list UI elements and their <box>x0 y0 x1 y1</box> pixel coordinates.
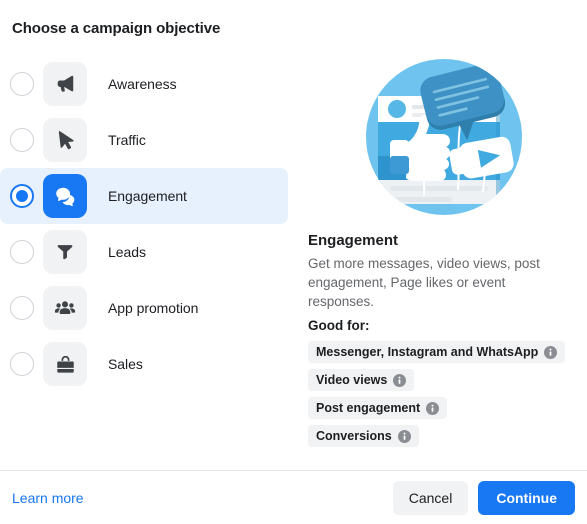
campaign-objective-dialog: Choose a campaign objective Awareness Tra… <box>0 0 587 524</box>
good-for-tag: Messenger, Instagram and WhatsApp <box>308 341 566 363</box>
info-icon-wrap[interactable] <box>426 401 440 415</box>
radio-leads[interactable] <box>10 240 34 264</box>
info-icon-wrap[interactable] <box>544 345 558 359</box>
funnel-icon-tile[interactable] <box>43 230 87 274</box>
objective-label-engagement: Engagement <box>108 188 187 204</box>
objective-label-app-promotion: App promotion <box>108 300 199 316</box>
good-for-tag: Conversions <box>308 425 419 447</box>
info-icon[interactable] <box>393 373 407 387</box>
info-icon[interactable] <box>426 401 440 415</box>
good-for-tag-list: Messenger, Instagram and WhatsApp Video v… <box>308 341 580 447</box>
objective-row-engagement[interactable]: Engagement <box>0 168 288 224</box>
megaphone-icon <box>57 75 74 92</box>
objective-list: Awareness Traffic Engagement Leads App promo… <box>0 56 300 392</box>
objective-row-app-promotion[interactable]: App promotion <box>0 280 288 336</box>
illustration-container <box>308 56 580 218</box>
good-for-tag: Video views <box>308 369 415 391</box>
radio-traffic[interactable] <box>10 128 34 152</box>
good-for-tag-label: Video views <box>316 373 388 387</box>
people-group-icon <box>54 301 76 315</box>
info-icon-wrap[interactable] <box>397 429 411 443</box>
objective-row-leads[interactable]: Leads <box>0 224 288 280</box>
megaphone-icon-tile[interactable] <box>43 62 87 106</box>
good-for-tag: Post engagement <box>308 397 448 419</box>
cursor-arrow-icon-tile[interactable] <box>43 118 87 162</box>
detail-description: Get more messages, video views, post eng… <box>308 256 540 309</box>
objective-label-awareness: Awareness <box>108 76 177 92</box>
cancel-button[interactable]: Cancel <box>392 480 469 515</box>
objective-label-traffic: Traffic <box>108 132 146 148</box>
objective-row-awareness[interactable]: Awareness <box>0 56 288 112</box>
objective-label-leads: Leads <box>108 244 146 260</box>
good-for-tag-label: Messenger, Instagram and WhatsApp <box>316 345 539 359</box>
shopping-bag-icon <box>56 355 74 373</box>
objective-row-traffic[interactable]: Traffic <box>0 112 288 168</box>
continue-button[interactable]: Continue <box>478 480 575 515</box>
good-for-tag-label: Post engagement <box>316 401 421 415</box>
good-for-label: Good for: <box>308 318 370 333</box>
people-group-icon-tile[interactable] <box>43 286 87 330</box>
info-icon[interactable] <box>397 429 411 443</box>
info-icon[interactable] <box>544 345 558 359</box>
radio-sales[interactable] <box>10 352 34 376</box>
radio-app-promotion[interactable] <box>10 296 34 320</box>
cursor-arrow-icon <box>58 131 74 150</box>
objective-detail-panel: Engagement Get more messages, video view… <box>308 56 580 447</box>
radio-awareness[interactable] <box>10 72 34 96</box>
info-icon-wrap[interactable] <box>393 373 407 387</box>
page-title: Choose a campaign objective <box>12 20 221 37</box>
objective-label-sales: Sales <box>108 356 143 372</box>
radio-engagement[interactable] <box>10 184 34 208</box>
good-for-tag-label: Conversions <box>316 429 392 443</box>
shopping-bag-icon-tile[interactable] <box>43 342 87 386</box>
funnel-icon <box>57 245 73 260</box>
learn-more-link[interactable]: Learn more <box>12 490 84 506</box>
speech-bubbles-icon-tile[interactable] <box>43 174 87 218</box>
objective-row-sales[interactable]: Sales <box>0 336 288 392</box>
speech-bubbles-icon <box>56 187 75 207</box>
dialog-footer: Learn more Cancel Continue <box>0 471 587 524</box>
engagement-illustration <box>366 59 522 215</box>
detail-heading: Engagement <box>308 232 399 249</box>
